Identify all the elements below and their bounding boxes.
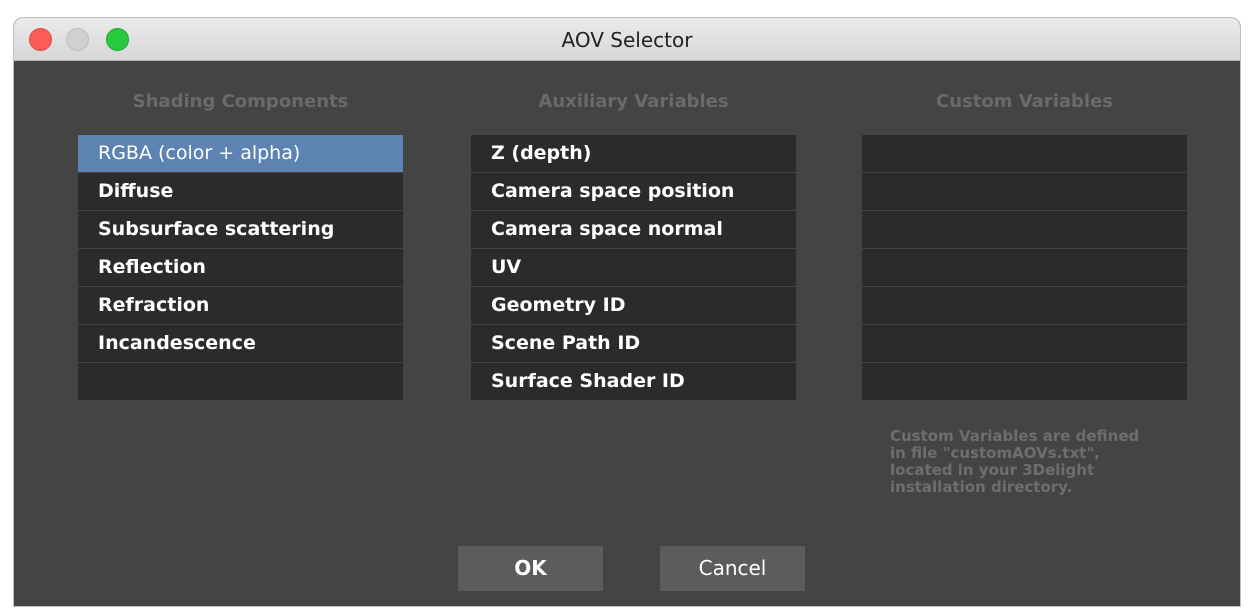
note-line: in file "customAOVs.txt", — [890, 444, 1100, 462]
list-item-geometry-id[interactable]: Geometry ID — [471, 287, 796, 324]
shading-components-list: RGBA (color + alpha) Diffuse Subsurface … — [78, 135, 403, 401]
list-item-reflection[interactable]: Reflection — [78, 249, 403, 286]
aov-selector-window: AOV Selector Shading Components RGBA (co… — [14, 18, 1240, 606]
list-item-empty[interactable] — [862, 173, 1187, 210]
list-item-empty[interactable] — [78, 363, 403, 400]
list-item-surface-shader-id[interactable]: Surface Shader ID — [471, 363, 796, 400]
list-item-subsurface-scattering[interactable]: Subsurface scattering — [78, 211, 403, 248]
shading-components-header: Shading Components — [132, 91, 349, 112]
list-item-uv[interactable]: UV — [471, 249, 796, 286]
list-item-empty[interactable] — [862, 287, 1187, 324]
list-item-refraction[interactable]: Refraction — [78, 287, 403, 324]
list-item-incandescence[interactable]: Incandescence — [78, 325, 403, 362]
list-item-camera-space-position[interactable]: Camera space position — [471, 173, 796, 210]
auxiliary-variables-list: Z (depth) Camera space position Camera s… — [471, 135, 796, 401]
list-item-camera-space-normal[interactable]: Camera space normal — [471, 211, 796, 248]
note-line: installation directory. — [890, 478, 1073, 496]
list-item-empty[interactable] — [862, 135, 1187, 172]
auxiliary-variables-header: Auxiliary Variables — [538, 91, 729, 112]
dialog-content: Shading Components RGBA (color + alpha) … — [14, 61, 1240, 606]
list-item-empty[interactable] — [862, 325, 1187, 362]
note-line: Custom Variables are defined — [890, 427, 1140, 445]
window-title: AOV Selector — [561, 28, 693, 52]
list-item-empty[interactable] — [862, 211, 1187, 248]
ok-button[interactable]: OK — [458, 546, 603, 591]
list-item-rgba[interactable]: RGBA (color + alpha) — [78, 135, 403, 172]
cancel-button[interactable]: Cancel — [660, 546, 805, 591]
list-item-z-depth[interactable]: Z (depth) — [471, 135, 796, 172]
list-item-diffuse[interactable]: Diffuse — [78, 173, 403, 210]
list-item-empty[interactable] — [862, 363, 1187, 400]
title-bar[interactable]: AOV Selector — [14, 18, 1240, 61]
list-item-empty[interactable] — [862, 249, 1187, 286]
custom-variables-list — [862, 135, 1187, 401]
list-item-scene-path-id[interactable]: Scene Path ID — [471, 325, 796, 362]
note-line: located in your 3Delight — [890, 461, 1095, 479]
custom-variables-header: Custom Variables — [936, 91, 1113, 112]
custom-variables-note: Custom Variables are defined in file "cu… — [890, 428, 1180, 496]
